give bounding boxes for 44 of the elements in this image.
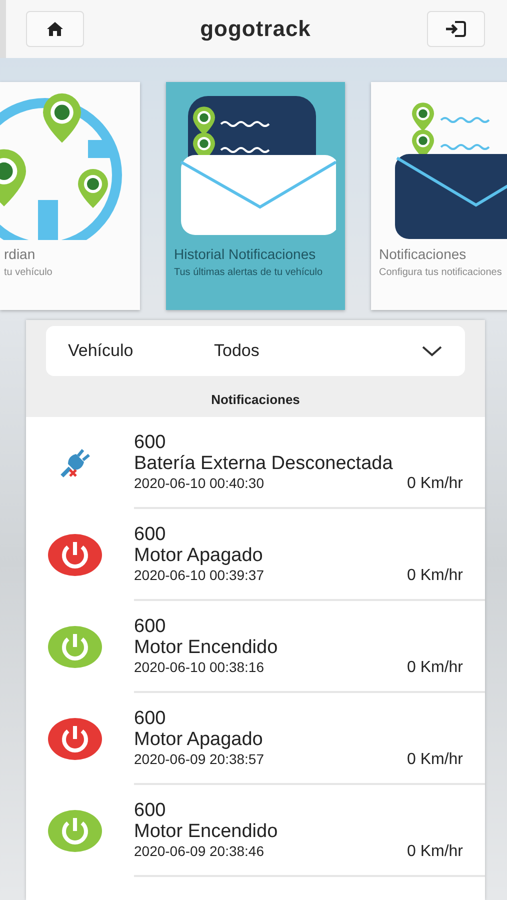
- power-icon: [48, 810, 102, 852]
- logout-button[interactable]: [426, 11, 485, 47]
- event-name: Motor Apagado: [134, 544, 264, 566]
- event-time: 2020-06-10 00:40:30: [134, 474, 264, 492]
- speed-value: 0 Km/hr: [406, 842, 463, 860]
- speed-value: 0 Km/hr: [406, 474, 463, 492]
- home-button[interactable]: [26, 11, 84, 47]
- vehicle-id: 600: [134, 432, 167, 452]
- select-label: Vehículo: [68, 341, 134, 361]
- speed-value: 0 Km/hr: [406, 658, 463, 676]
- speed-value: 0 Km/hr: [406, 566, 463, 584]
- select-value: Todos: [214, 341, 260, 361]
- menu-card[interactable]: Notificaciones Configura tus notificaciones: [371, 82, 507, 310]
- event-name: Batería Externa Desconectada: [134, 452, 394, 474]
- vehicle-id: 600: [134, 524, 167, 544]
- unplugged-icon: [58, 446, 92, 480]
- event-time: 2020-06-09 20:38:46: [134, 842, 264, 860]
- event-time: 2020-06-09 20:38:57: [134, 750, 264, 768]
- power-icon: [48, 718, 102, 760]
- login-icon: [444, 20, 467, 38]
- menu-card[interactable]: rdian tu vehículo: [0, 82, 140, 310]
- logo: gogotrack: [200, 16, 311, 42]
- chevron-down-icon: [421, 345, 443, 357]
- card-title: Notificaciones: [379, 246, 468, 263]
- speed-value: 0 Km/hr: [406, 750, 463, 768]
- event-name: Motor Encendido: [134, 636, 279, 658]
- card-subtitle: Configura tus notificaciones: [379, 266, 503, 279]
- home-icon: [46, 21, 64, 37]
- event-name: Motor Encendido: [134, 820, 279, 842]
- card-title: rdian: [4, 246, 36, 263]
- power-icon: [48, 626, 102, 668]
- vehicle-select[interactable]: Vehículo Todos: [46, 326, 465, 376]
- event-time: 2020-06-10 00:38:16: [134, 658, 264, 676]
- menu-card[interactable]: Historial Notificaciones Tus últimas alertas de tu vehículo: [166, 82, 345, 310]
- card-subtitle: tu vehículo: [4, 266, 54, 279]
- card-subtitle: Tus últimas alertas de tu vehículo: [174, 266, 324, 279]
- event-name: Motor Apagado: [134, 728, 264, 750]
- list-title: Notificaciones: [210, 391, 301, 409]
- vehicle-id: 600: [134, 616, 167, 636]
- vehicle-id: 600: [134, 708, 167, 728]
- power-icon: [48, 534, 102, 576]
- event-time: 2020-06-10 00:39:37: [134, 566, 264, 584]
- card-title: Historial Notificaciones: [174, 246, 317, 263]
- vehicle-id: 600: [134, 800, 167, 820]
